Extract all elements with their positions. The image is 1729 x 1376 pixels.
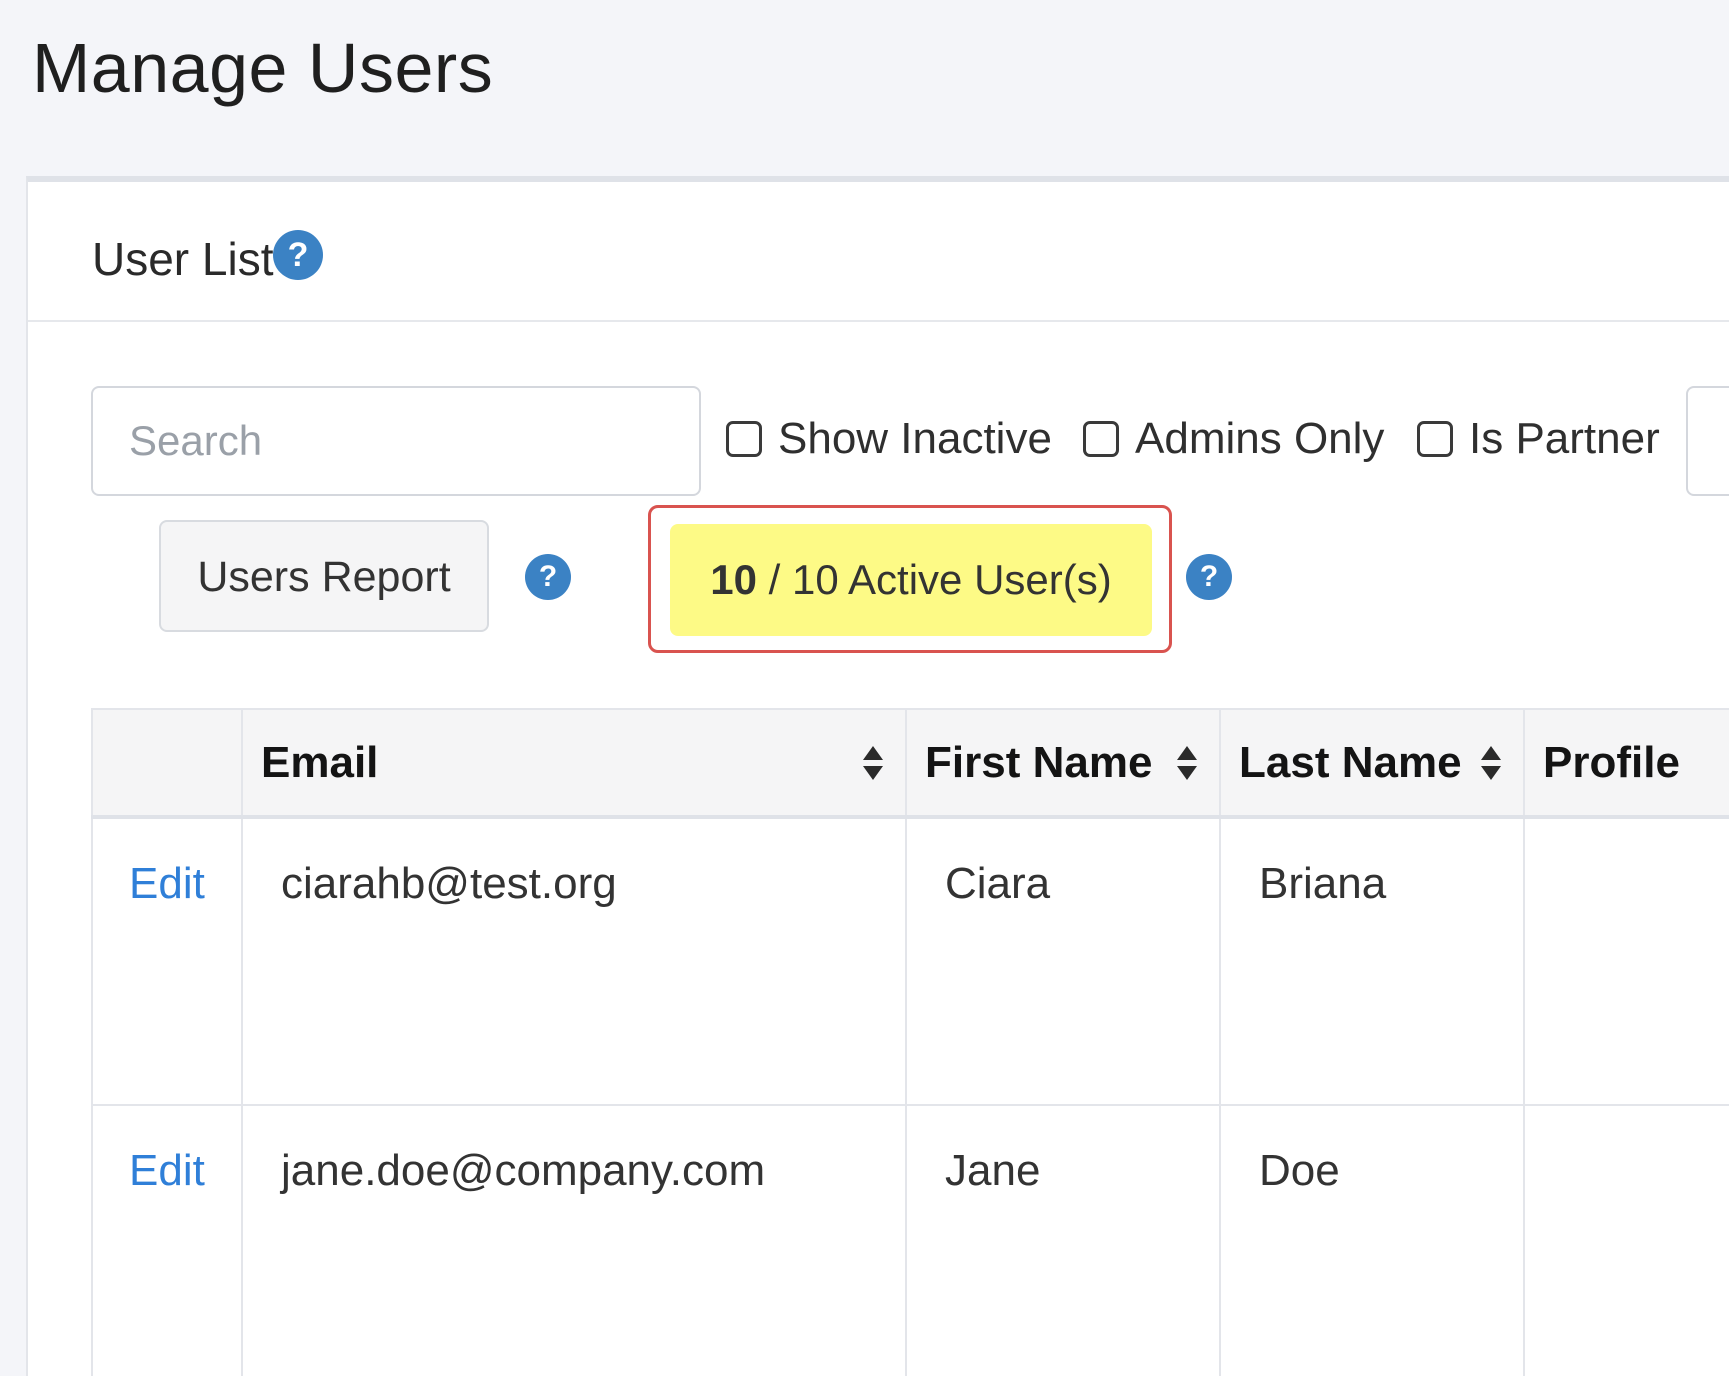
first-name-cell: Ciara <box>905 816 1221 1106</box>
panel-header: User List ? <box>28 182 1729 322</box>
users-report-help-icon[interactable]: ? <box>525 554 571 600</box>
first-name-cell: Jane <box>905 1104 1221 1376</box>
admins-only-box[interactable] <box>1083 421 1119 457</box>
email-cell: jane.doe@company.com <box>241 1104 907 1376</box>
active-count-rest: / 10 Active User(s) <box>756 556 1112 603</box>
edit-link[interactable]: Edit <box>129 859 205 908</box>
panel-title: User List <box>92 233 274 285</box>
is-partner-label: Is Partner <box>1469 414 1660 463</box>
show-inactive-label: Show Inactive <box>778 414 1052 463</box>
sort-icon[interactable] <box>863 744 883 784</box>
active-users-help-icon[interactable]: ? <box>1186 554 1232 600</box>
sort-icon[interactable] <box>1481 744 1501 784</box>
header-last-name[interactable]: Last Name <box>1219 708 1525 819</box>
is-partner-box[interactable] <box>1417 421 1453 457</box>
header-email-label: Email <box>261 737 379 787</box>
active-users-badge: 10 / 10 Active User(s) <box>670 524 1152 636</box>
is-partner-checkbox[interactable]: Is Partner <box>1417 414 1660 464</box>
edit-cell: Edit <box>91 816 243 1106</box>
admins-only-checkbox[interactable]: Admins Only <box>1083 414 1384 464</box>
search-input[interactable] <box>91 386 701 496</box>
header-email[interactable]: Email <box>241 708 907 819</box>
table-row: Edit ciarahb@test.org Ciara Briana <box>91 816 1729 1106</box>
admins-only-label: Admins Only <box>1135 414 1385 463</box>
header-last-name-label: Last Name <box>1239 737 1462 787</box>
last-name-cell: Briana <box>1219 816 1525 1106</box>
users-table: Email First Name Last Name Profile Edit … <box>91 708 1729 1376</box>
user-list-panel: User List ? Show Inactive Admins Only Is… <box>26 176 1729 1376</box>
edit-cell: Edit <box>91 1104 243 1376</box>
users-report-button[interactable]: Users Report <box>159 520 489 632</box>
filter-select[interactable] <box>1686 386 1729 496</box>
page-title: Manage Users <box>32 29 494 107</box>
profile-cell <box>1523 1104 1729 1376</box>
profile-cell <box>1523 816 1729 1106</box>
show-inactive-checkbox[interactable]: Show Inactive <box>726 414 1052 464</box>
edit-link[interactable]: Edit <box>129 1146 205 1195</box>
active-count-bold: 10 <box>710 556 757 603</box>
header-profile: Profile <box>1523 708 1729 819</box>
email-cell: ciarahb@test.org <box>241 816 907 1106</box>
show-inactive-box[interactable] <box>726 421 762 457</box>
last-name-cell: Doe <box>1219 1104 1525 1376</box>
header-first-name[interactable]: First Name <box>905 708 1221 819</box>
header-profile-label: Profile <box>1543 737 1680 787</box>
header-first-name-label: First Name <box>925 737 1153 787</box>
header-actions <box>91 708 243 819</box>
question-circle-icon[interactable]: ? <box>273 230 323 280</box>
table-header-row: Email First Name Last Name Profile <box>91 708 1729 819</box>
sort-icon[interactable] <box>1177 744 1197 784</box>
table-row: Edit jane.doe@company.com Jane Doe <box>91 1104 1729 1376</box>
